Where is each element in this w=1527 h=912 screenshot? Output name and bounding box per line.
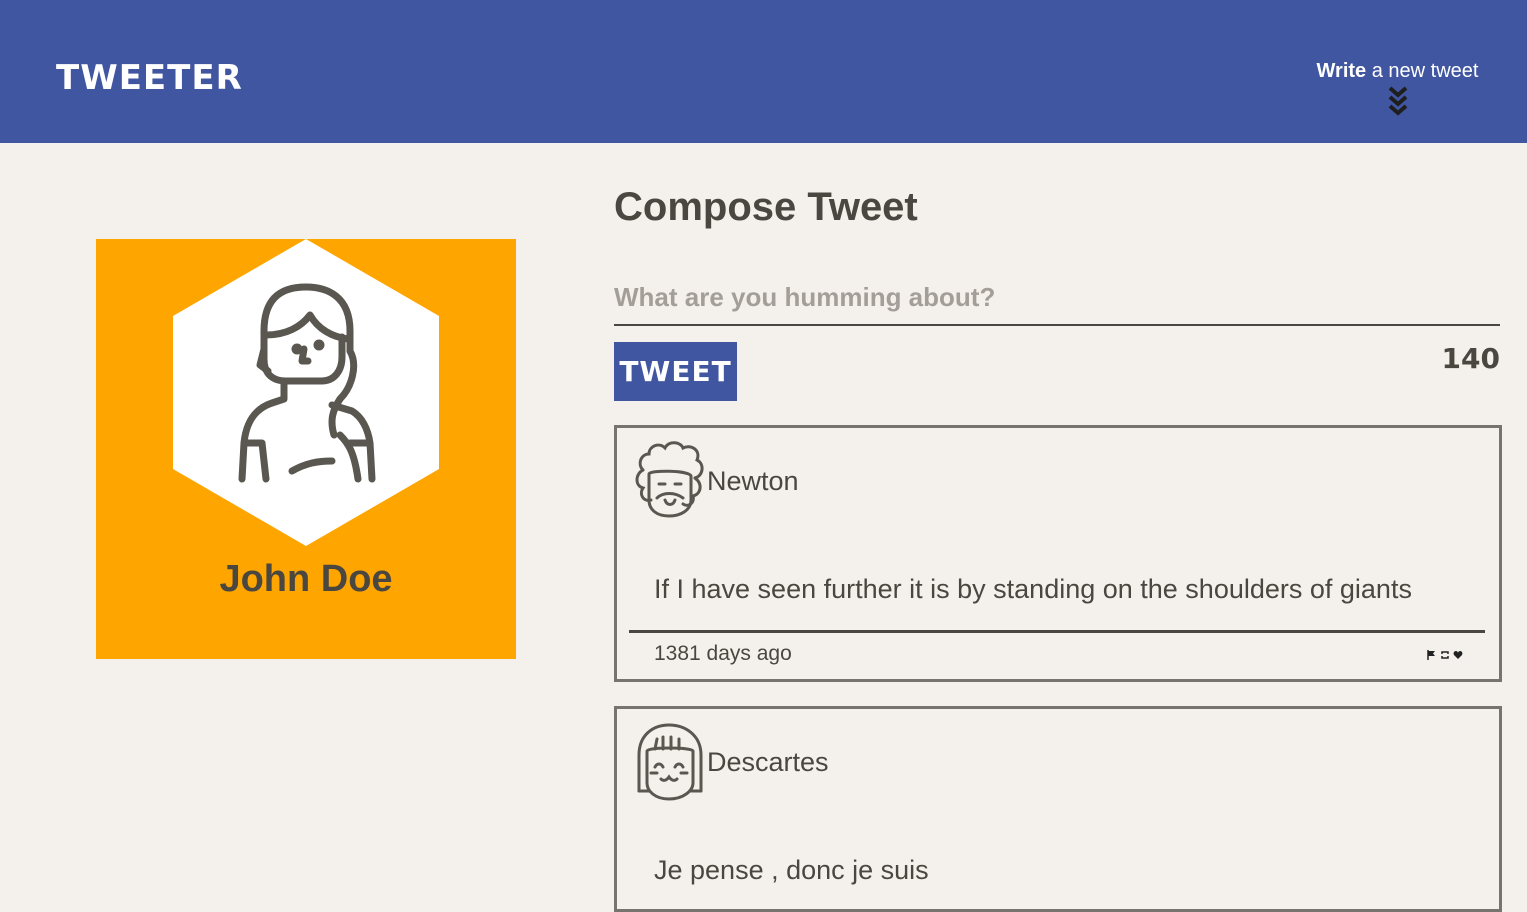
woman-avatar-icon: [173, 239, 439, 546]
bob-hair-avatar-icon: [637, 723, 703, 801]
heart-icon[interactable]: [1453, 647, 1463, 665]
tweet-author[interactable]: Descartes: [707, 747, 829, 778]
tweet-divider: [629, 630, 1485, 633]
char-counter: 140: [1441, 342, 1500, 375]
write-tweet-toggle[interactable]: Write a new tweet: [1300, 60, 1495, 119]
brand-logo[interactable]: TWEETER: [56, 58, 243, 98]
tweet-author[interactable]: Newton: [707, 466, 799, 497]
top-nav: TWEETER Write a new tweet: [0, 0, 1527, 143]
tweet-content: Je pense , donc je suis: [654, 855, 929, 885]
tweet-input[interactable]: [614, 270, 1500, 326]
profile-card: John Doe: [96, 239, 516, 659]
tweet-button[interactable]: TWEET: [614, 342, 737, 401]
flag-icon[interactable]: [1427, 647, 1437, 665]
tweet-card: Descartes Je pense , donc je suis: [614, 706, 1502, 912]
double-chevron-down-icon[interactable]: [1386, 85, 1410, 119]
write-tweet-label[interactable]: Write a new tweet: [1317, 60, 1479, 82]
retweet-icon[interactable]: [1440, 647, 1450, 665]
compose-title: Compose Tweet: [614, 185, 918, 229]
curly-hair-avatar-icon: [635, 441, 704, 518]
tweet-age: 1381 days ago: [654, 642, 792, 665]
tweet-actions: [1427, 647, 1463, 665]
profile-name: John Doe: [219, 558, 393, 600]
tweet-card: Newton If I have seen further it is by s…: [614, 425, 1502, 682]
tweet-content: If I have seen further it is by standing…: [654, 574, 1412, 604]
